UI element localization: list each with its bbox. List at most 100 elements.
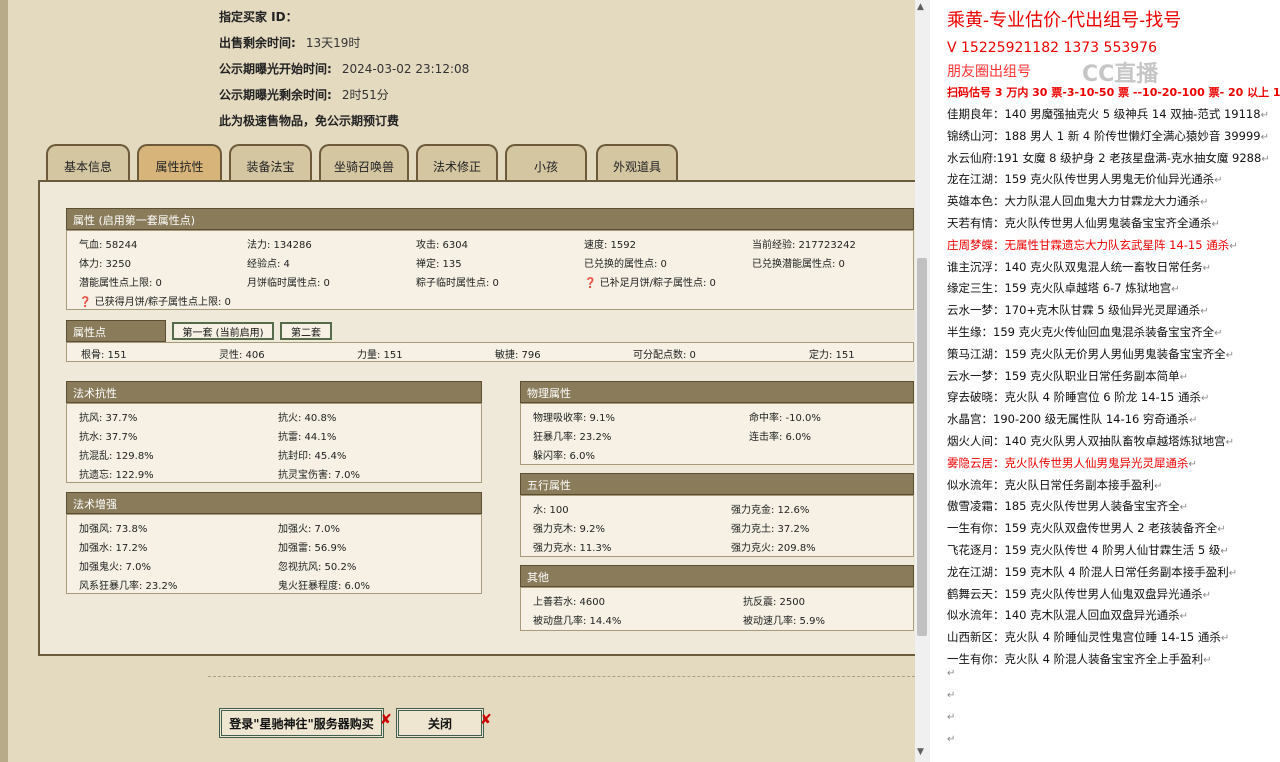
attr-meditation: 禅定: 135 [416, 259, 462, 270]
ad-list-item-text: 谁主沉浮：140 克火队双鬼混人统一畜牧日常任务 [947, 259, 1203, 274]
enhance-section: 法术增强 加强风: 73.8% 加强火: 7.0% 加强水: 17.2% 加强雷… [66, 492, 482, 594]
resist-seal: 抗封印: 45.4% [278, 451, 347, 462]
ad-list-item: 云水一梦：159 克火队职业日常任务副本简单↵ [947, 368, 1188, 384]
ad-list-item-text: 云水一梦：170+克木队甘霖 5 级仙异光灵犀通杀 [947, 303, 1201, 318]
resist-fire: 抗火: 40.8% [278, 413, 337, 424]
enhance-wind: 加强风: 73.8% [79, 524, 148, 535]
ad-list-item-text: 英雄本色：大力队混人回血鬼大力甘霖龙大力通杀 [947, 194, 1200, 209]
resist-section: 法术抗性 抗风: 37.7% 抗火: 40.8% 抗水: 37.7% 抗雷: 4… [66, 381, 482, 483]
return-mark: ↵ [1179, 371, 1188, 383]
physical-hit: 命中率: -10.0% [749, 413, 821, 424]
ad-list-item: 傲雪凌霜：185 克火队传世男人装备宝宝齐全↵ [947, 498, 1188, 514]
ad-list-item-text: 飞花逐月：159 克火队传世 4 阶男人仙甘霖生活 5 级 [947, 543, 1221, 557]
ad-list-item-text: 策马江湖：159 克火队无价男人男仙男鬼装备宝宝齐全 [947, 346, 1226, 361]
scroll-down-icon[interactable]: ▼ [917, 747, 924, 757]
elements-section-body: 水: 100 强力克金: 12.6% 强力克木: 9.2% 强力克土: 37.2… [520, 495, 914, 557]
ad-list-item: 锦绣山河：188 男人 1 新 4 阶传世懒灯全满心猿妙音 39999↵ [947, 128, 1269, 144]
help-icon[interactable]: ❓ [584, 278, 596, 289]
ad-list-item: 似水流年：140 克木队混人回血双盘异光通杀↵ [947, 607, 1188, 623]
ad-friends: 朋友圈出组号 [947, 64, 1031, 80]
enhance-ghostfire: 加强鬼火: 7.0% [79, 562, 151, 573]
ad-list-item: 烟火人间：140 克火队男人双抽队畜牧卓越塔炼狱地宫↵ [947, 433, 1234, 449]
attr-obtained-text: 已获得月饼/粽子属性点上限: 0 [94, 297, 231, 308]
game-window: 指定买家 ID： 出售剩余时间: 13天19时 公示期曝光开始时间: 2024-03… [0, 0, 915, 762]
physical-section-title: 物理属性 [520, 381, 914, 403]
ad-list-item: 英雄本色：大力队混人回血鬼大力甘霖龙大力通杀↵ [947, 193, 1208, 209]
return-mark: ↵ [1225, 349, 1234, 361]
expose-remain-value: 2时51分 [341, 88, 389, 102]
ad-list-item: 穿去破晓：克火队 4 阶睡宫位 6 阶龙 14-15 通杀↵ [947, 389, 1209, 405]
ad-list-item: 水云仙府:191 女魔 8 级护身 2 老孩星盘满-克水抽女魔 9288↵ [947, 150, 1270, 166]
return-mark: ↵ [1220, 546, 1229, 557]
resist-section-body: 抗风: 37.7% 抗火: 40.8% 抗水: 37.7% 抗雷: 44.1% … [66, 403, 482, 483]
elements-water: 水: 100 [533, 505, 569, 516]
other-section-title: 其他 [520, 565, 914, 587]
close-x-icon-2: ✘ [480, 712, 492, 728]
ad-list-item: 水晶宫：190-200 级无属性队 14-16 穷奇通杀↵ [947, 411, 1197, 427]
enhance-wind-crit: 风系狂暴几率: 23.2% [79, 581, 178, 592]
points-section-body: 根骨: 151 灵性: 406 力量: 151 敏捷: 796 可分配点数: 0… [66, 342, 914, 362]
elements-vs-metal: 强力克金: 12.6% [731, 505, 810, 516]
enhance-fire: 加强火: 7.0% [278, 524, 340, 535]
tab-children[interactable]: 小孩 [505, 144, 587, 180]
attr-refilled-points: ❓ 已补足月饼/粽子属性点: 0 [584, 274, 716, 289]
ad-list-item: 似水流年：克火队日常任务副本接手盈利↵ [947, 477, 1162, 493]
attr-section-title: 属性 (启用第一套属性点) [66, 208, 914, 230]
return-mark: ↵ [1260, 131, 1269, 143]
tab-attributes-resistance[interactable]: 属性抗性 [137, 144, 222, 180]
elements-vs-earth: 强力克土: 37.2% [731, 524, 810, 535]
attr-refilled-text: 已补足月饼/粽子属性点: 0 [599, 278, 716, 289]
login-buy-button[interactable]: 登录"星驰神往"服务器购买 [219, 708, 384, 738]
return-mark: ↵ [1202, 262, 1211, 274]
physical-crit: 狂暴几率: 23.2% [533, 432, 612, 443]
ad-list-item-text: 似水流年：克火队日常任务副本接手盈利 [947, 477, 1154, 492]
ad-scan-price: 扫码估号 3 万内 30 票-3-10-50 票 --10-20-100 票- … [947, 86, 1280, 99]
elements-section-title: 五行属性 [520, 473, 914, 495]
tab-mounts-pets[interactable]: 坐骑召唤兽 [319, 144, 409, 180]
points-section-title: 属性点 [66, 320, 166, 342]
expose-start-label: 公示期曝光开始时间: [219, 62, 332, 76]
scroll-thumb[interactable] [917, 258, 927, 636]
ad-list-item-text: 缘定三生：159 克火队卓越塔 6-7 炼狱地宫 [947, 281, 1172, 296]
ad-list-item: 天若有情：克火队传世男人仙男鬼装备宝宝齐全通杀↵ [947, 215, 1220, 231]
ad-list-item: 庄周梦蝶：无属性甘霖遗忘大力队玄武星阵 14-15 通杀↵ [947, 237, 1238, 253]
expose-remain-row: 公示期曝光剩余时间: 2时51分 [219, 86, 389, 103]
physical-dodge: 躲闪率: 6.0% [533, 451, 595, 462]
return-mark: ↵ [947, 734, 956, 745]
attr-zongzi-points: 粽子临时属性点: 0 [416, 278, 499, 289]
remaining-time-row: 出售剩余时间: 13天19时 [219, 34, 360, 51]
ad-list-item: 龙在江湖：159 克木队 4 阶混人日常任务副本接手盈利↵ [947, 564, 1237, 580]
points-constitution: 根骨: 151 [81, 350, 127, 361]
ad-list-item: 谁主沉浮：140 克火队双鬼混人统一畜牧日常任务↵ [947, 259, 1211, 275]
return-mark: ↵ [1200, 306, 1209, 318]
elements-vs-water: 强力克水: 11.3% [533, 543, 612, 554]
scroll-up-icon[interactable]: ▲ [917, 2, 924, 12]
tab-equipment[interactable]: 装备法宝 [229, 144, 312, 180]
resist-wind: 抗风: 37.7% [79, 413, 138, 424]
help-icon[interactable]: ❓ [79, 297, 91, 308]
ad-phone: V 15225921182 1373 553976 [947, 40, 1157, 56]
ad-list-item-text: 半生缘：159 克火克火传仙回血鬼混杀装备宝宝齐全 [947, 325, 1215, 339]
ad-list-item: 一生有你：159 克火队双盘传世男人 2 老孩装备齐全↵ [947, 520, 1226, 536]
subtab-second-set[interactable]: 第二套 [280, 322, 332, 340]
close-x-icon: ✘ [380, 712, 392, 728]
ad-list-item: 龙在江湖：159 克火队传世男人男鬼无价仙异光通杀↵ [947, 171, 1223, 187]
return-mark: ↵ [1217, 524, 1226, 536]
return-mark: ↵ [1228, 567, 1238, 579]
attr-exp-points: 经验点: 4 [247, 259, 290, 270]
return-mark: ↵ [1220, 633, 1230, 645]
attr-hp: 气血: 58244 [79, 240, 138, 251]
attr-speed: 速度: 1592 [584, 240, 636, 251]
tab-spell-mods[interactable]: 法术修正 [416, 144, 498, 180]
attr-potential-cap: 潜能属性点上限: 0 [79, 278, 162, 289]
tab-basic-info[interactable]: 基本信息 [46, 144, 130, 180]
attr-attack: 攻击: 6304 [416, 240, 468, 251]
ad-list-item-text: 佳期良年：140 男魔强抽克火 5 级神兵 14 双抽-范式 19118 [947, 107, 1261, 121]
close-button[interactable]: 关闭 [396, 708, 484, 738]
other-passive-pan: 被动盘几率: 14.4% [533, 616, 622, 627]
subtab-first-set[interactable]: 第一套 (当前启用) [172, 322, 274, 340]
attr-section: 属性 (启用第一套属性点) 气血: 58244 法力: 134286 攻击: 6… [66, 208, 914, 310]
tab-appearance[interactable]: 外观道具 [596, 144, 678, 180]
return-mark: ↵ [1260, 110, 1269, 121]
return-mark: ↵ [1203, 655, 1212, 666]
